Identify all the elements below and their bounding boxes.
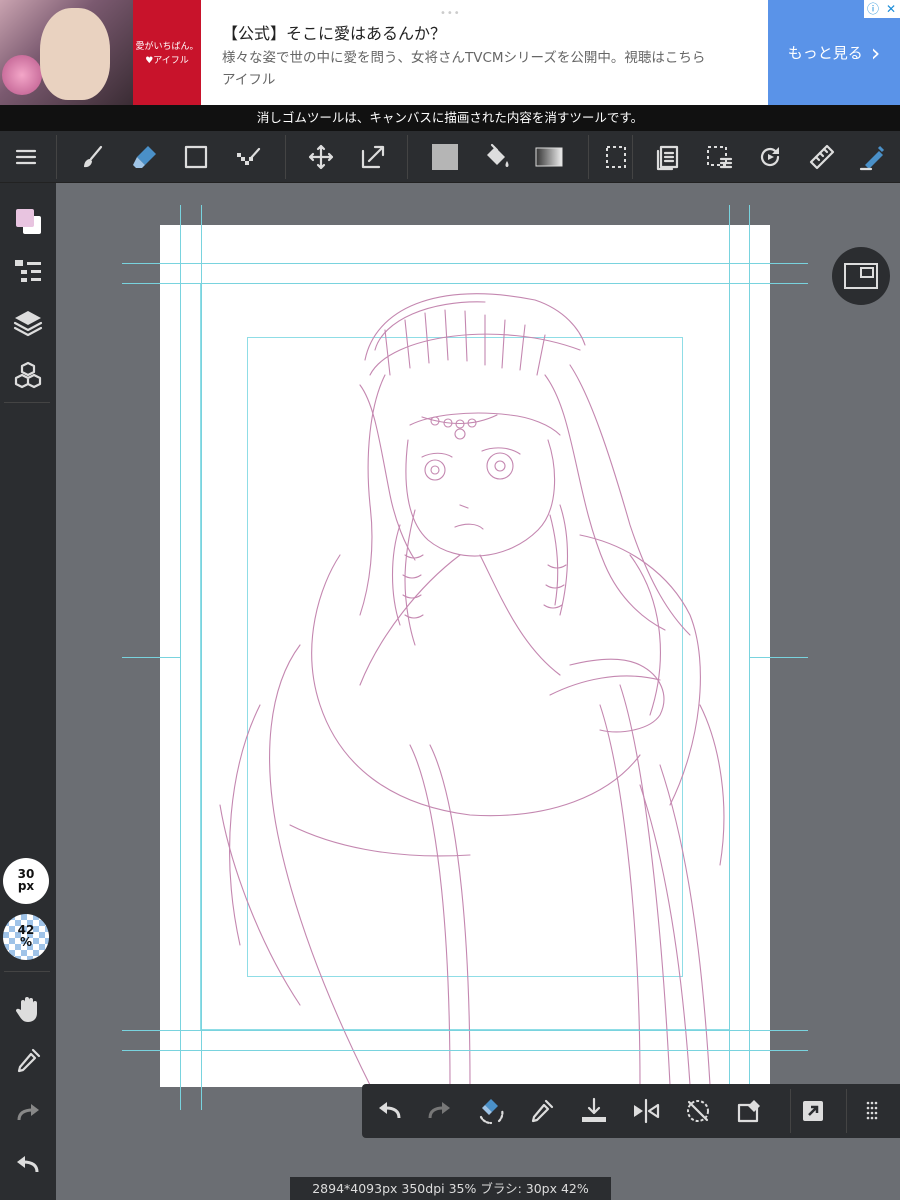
- info-icon[interactable]: ⓘ: [864, 0, 882, 18]
- guide-line: [122, 1030, 808, 1031]
- rotate-reset-icon[interactable]: [680, 1093, 716, 1129]
- redo-icon[interactable]: [8, 1093, 48, 1133]
- guide-line: [729, 205, 730, 1110]
- sketch-drawing: [219, 293, 725, 1086]
- status-bar: 2894*4093px 350dpi 35% ブラシ: 30px 42%: [290, 1177, 611, 1200]
- tool-hint: 消しゴムツールは、キャンバスに描画された内容を消すツールです。: [0, 105, 900, 131]
- flip-icon[interactable]: [628, 1093, 664, 1129]
- eraser-icon[interactable]: [127, 139, 163, 175]
- guide-line: [201, 205, 202, 1110]
- drawing-canvas[interactable]: [160, 225, 770, 1087]
- chevron-right-icon: ›: [870, 38, 881, 67]
- grip-icon[interactable]: [854, 1093, 890, 1129]
- ad-dots: •••: [440, 8, 461, 19]
- brush-icon[interactable]: [75, 139, 111, 175]
- close-icon[interactable]: ✕: [882, 0, 900, 18]
- undo-icon[interactable]: [371, 1093, 407, 1129]
- top-toolbar: [0, 131, 900, 183]
- ad-more-label: もっと見る: [787, 44, 863, 62]
- bottom-quick-bar: [362, 1084, 900, 1138]
- ad-banner[interactable]: 愛がいちばん。 ♥アイフル ••• 【公式】そこに愛はあるんか？ 様々な姿で世の…: [0, 0, 900, 105]
- menu-icon[interactable]: [8, 139, 44, 175]
- gradient-icon[interactable]: [531, 139, 567, 175]
- clear-layer-icon[interactable]: [732, 1093, 768, 1129]
- layer-list-icon[interactable]: [8, 251, 48, 291]
- transform-icon[interactable]: [355, 139, 391, 175]
- left-panel: 30 px 42 %: [0, 183, 56, 1200]
- ad-logo-text: 愛がいちばん。: [135, 42, 199, 52]
- guide-line: [122, 1050, 808, 1051]
- layers-icon[interactable]: [8, 303, 48, 343]
- rectangle-icon[interactable]: [178, 139, 214, 175]
- rotate-icon[interactable]: [752, 139, 788, 175]
- snap-icon[interactable]: [855, 139, 891, 175]
- guide-line: [180, 205, 181, 1110]
- ad-description: 様々な姿で世の中に愛を問う、女将さんTVCMシリーズを公開中。視聴はこちら: [222, 50, 706, 66]
- color-swatch[interactable]: [8, 201, 48, 241]
- layers-copy-icon[interactable]: [650, 139, 686, 175]
- share-icon[interactable]: [795, 1093, 831, 1129]
- brush-size-button[interactable]: 30 px: [3, 858, 49, 904]
- ruler-icon[interactable]: [804, 139, 840, 175]
- fill-color-icon[interactable]: [427, 139, 463, 175]
- ad-logo-brand: ♥アイフル: [145, 56, 189, 66]
- guide-line: [122, 657, 180, 658]
- ad-logo: 愛がいちばん。 ♥アイフル: [133, 0, 201, 105]
- guide-line: [750, 657, 808, 658]
- materials-icon[interactable]: [8, 355, 48, 395]
- dot-pen-icon[interactable]: [230, 139, 266, 175]
- bucket-icon[interactable]: [479, 139, 515, 175]
- redo-icon[interactable]: [422, 1093, 458, 1129]
- navigator-icon: [844, 263, 878, 289]
- hand-icon[interactable]: [8, 989, 48, 1029]
- ad-image[interactable]: [0, 0, 133, 105]
- eyedropper-icon[interactable]: [524, 1093, 560, 1129]
- selection-icon[interactable]: [598, 139, 634, 175]
- ad-title[interactable]: 【公式】そこに愛はあるんか？: [222, 20, 446, 44]
- ad-brand: アイフル: [222, 72, 276, 88]
- guide-line: [122, 283, 808, 284]
- brush-size-unit: px: [17, 879, 35, 893]
- eyedropper-icon[interactable]: [8, 1041, 48, 1081]
- eraser-switch-icon[interactable]: [473, 1093, 509, 1129]
- navigator-button[interactable]: [832, 247, 890, 305]
- save-icon[interactable]: [576, 1093, 612, 1129]
- undo-icon[interactable]: [8, 1145, 48, 1185]
- ad-badge[interactable]: ⓘ ✕: [864, 0, 900, 18]
- brush-opacity-button[interactable]: 42 %: [3, 914, 49, 960]
- opacity-unit: %: [19, 935, 33, 949]
- move-icon[interactable]: [303, 139, 339, 175]
- selection-menu-icon[interactable]: [701, 139, 737, 175]
- guide-line: [122, 263, 808, 264]
